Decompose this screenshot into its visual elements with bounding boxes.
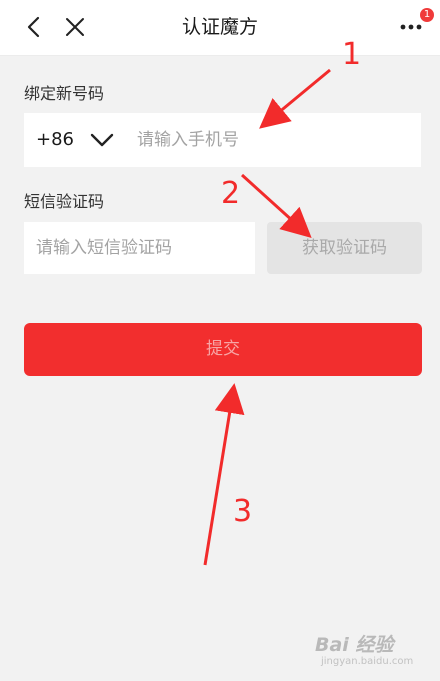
country-code[interactable]: +86 [36,113,74,167]
chevron-down-icon [90,133,114,147]
watermark: Bai 经验 jingyan.baidu.com [315,626,435,676]
sms-code-label: 短信验证码 [24,192,105,211]
annotation-arrow-3 [203,383,245,566]
annotation-number-3: 3 [233,494,253,529]
annotation-number-1: 1 [342,37,362,72]
nav-bar: 认证魔方 1 [0,0,440,56]
phone-input[interactable] [137,113,407,167]
page-title: 认证魔方 [181,16,258,38]
country-code-dropdown[interactable] [86,125,118,155]
submit-button[interactable]: 提交 [24,323,422,376]
bind-phone-label: 绑定新号码 [24,84,105,103]
more-icon [400,24,422,30]
notification-badge: 1 [420,8,434,22]
annotation-number-2: 2 [221,176,241,211]
sms-code-field [24,222,255,274]
watermark-url: jingyan.baidu.com [321,656,414,667]
sms-code-input[interactable] [36,222,248,274]
phone-row: +86 [24,113,421,167]
get-code-button[interactable]: 获取验证码 [267,222,422,274]
watermark-brand: Bai 经验 [315,634,394,656]
